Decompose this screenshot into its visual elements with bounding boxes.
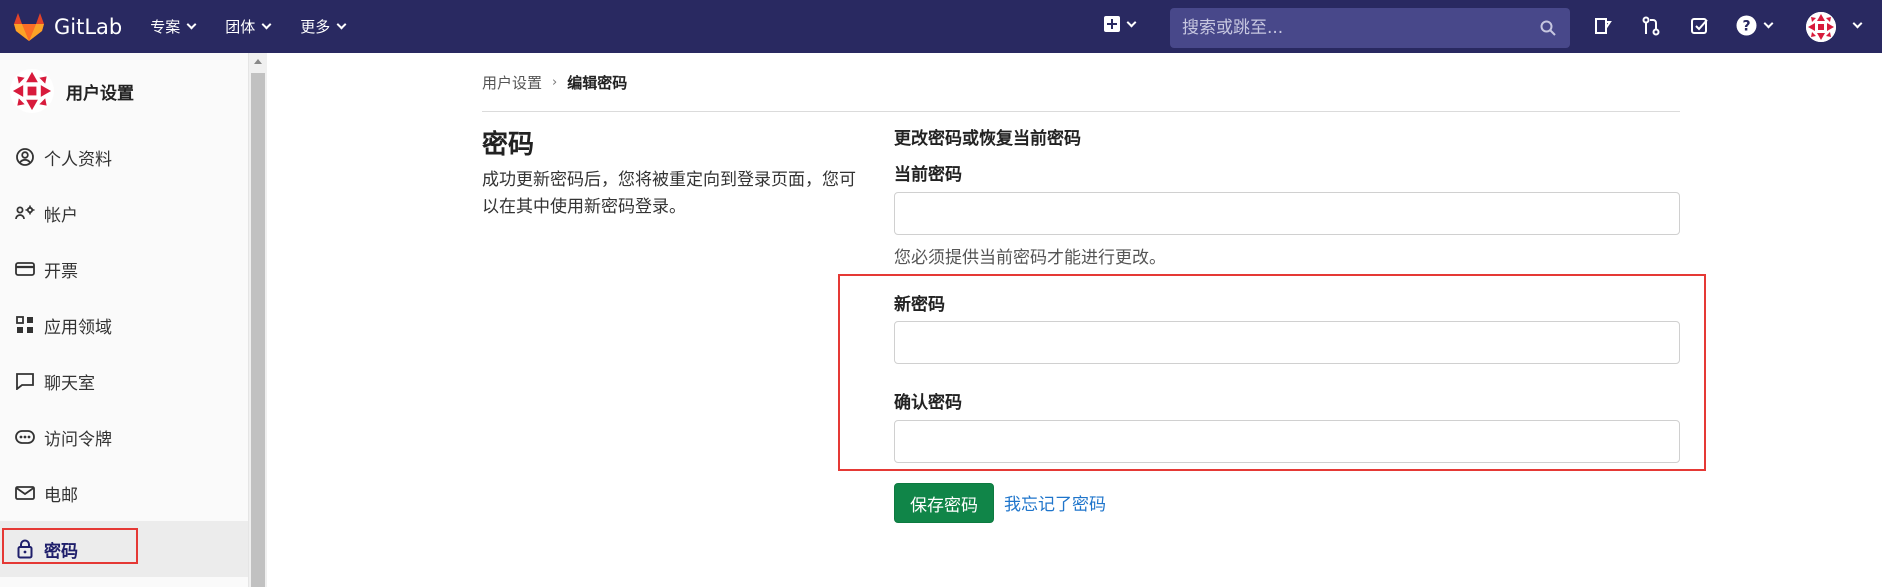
brand-name: GitLab <box>54 14 123 39</box>
gitlab-tanuki-icon <box>14 12 44 41</box>
merge-requests-icon[interactable] <box>1641 16 1661 36</box>
mail-icon <box>14 482 36 504</box>
current-password-label: 当前密码 <box>894 165 962 185</box>
settings-sidebar: 用户设置 个人资料 帐户 开票 应用领域 聊天室 访问令牌 电邮 密码 <box>0 53 249 587</box>
breadcrumb-current: 编辑密码 <box>567 74 628 92</box>
active-item-highlight-frame <box>2 528 138 564</box>
main-nav: 专案 团体 更多 <box>150 16 375 37</box>
nav-groups-label: 团体 <box>225 18 256 36</box>
page-description: 成功更新密码后，您将被重定向到登录页面，您可以在其中使用新密码登录。 <box>482 170 856 217</box>
chevron-right-icon: › <box>552 75 558 90</box>
issues-todo-icon[interactable] <box>1593 16 1613 36</box>
sidebar-item-label: 帐户 <box>44 205 78 226</box>
sidebar-item-access-tokens[interactable]: 访问令牌 <box>0 409 248 465</box>
user-avatar-menu[interactable] <box>1806 12 1836 42</box>
svg-text:?: ? <box>1742 19 1750 35</box>
credit-card-icon <box>14 258 36 280</box>
sidebar-item-label: 电邮 <box>44 485 78 506</box>
sidebar-item-chat[interactable]: 聊天室 <box>0 353 248 409</box>
chevron-down-icon <box>1126 17 1137 27</box>
top-navbar: GitLab 专案 团体 更多 搜索或跳至... ? <box>0 0 1882 53</box>
nav-more[interactable]: 更多 <box>300 16 347 37</box>
chevron-down-icon <box>1763 18 1774 29</box>
divider <box>482 111 1680 112</box>
current-password-help: 您必须提供当前密码才能进行更改。 <box>894 248 1166 268</box>
current-password-field[interactable] <box>894 192 1680 235</box>
plus-square-icon <box>1104 16 1120 32</box>
user-circle-icon <box>14 146 36 168</box>
forgot-password-link[interactable]: 我忘记了密码 <box>1004 490 1106 515</box>
chevron-down-icon[interactable] <box>1852 18 1863 29</box>
chat-bubble-icon <box>14 370 36 392</box>
sidebar-item-label: 访问令牌 <box>44 429 112 450</box>
new-password-highlight-frame <box>838 274 1706 471</box>
sidebar-scrollbar[interactable] <box>249 53 267 587</box>
section-title: 更改密码或恢复当前密码 <box>894 129 1081 149</box>
breadcrumb: 用户设置 › 编辑密码 <box>482 72 627 93</box>
nav-groups[interactable]: 团体 <box>225 16 272 37</box>
sidebar-item-label: 开票 <box>44 261 78 282</box>
sidebar-item-label: 个人资料 <box>44 149 112 170</box>
sidebar-item-profile[interactable]: 个人资料 <box>0 129 248 185</box>
todo-checklist-icon[interactable] <box>1690 16 1710 36</box>
sidebar-item-applications[interactable]: 应用领域 <box>0 297 248 353</box>
sidebar-item-emails[interactable]: 电邮 <box>0 465 248 521</box>
sidebar-item-label: 聊天室 <box>44 373 95 394</box>
token-icon <box>14 426 36 448</box>
chevron-down-icon <box>336 19 347 30</box>
save-password-button[interactable]: 保存密码 <box>894 483 994 523</box>
search-box[interactable] <box>1170 8 1570 48</box>
nav-more-label: 更多 <box>300 18 331 36</box>
avatar-pattern-icon <box>10 69 54 113</box>
search-icon <box>1540 20 1556 36</box>
chevron-down-icon <box>186 19 197 30</box>
applications-grid-icon <box>14 314 36 336</box>
scrollbar-thumb[interactable] <box>251 73 265 587</box>
page-title: 密码 <box>482 130 535 160</box>
search-input[interactable] <box>1182 18 1542 38</box>
help-dropdown[interactable]: ? <box>1736 15 1774 36</box>
breadcrumb-parent[interactable]: 用户设置 <box>482 72 542 93</box>
user-avatar <box>10 69 54 113</box>
sidebar-item-billing[interactable]: 开票 <box>0 241 248 297</box>
chevron-down-icon <box>261 19 272 30</box>
nav-projects[interactable]: 专案 <box>150 16 197 37</box>
current-password-input[interactable] <box>895 193 1679 234</box>
sidebar-item-account[interactable]: 帐户 <box>0 185 248 241</box>
nav-projects-label: 专案 <box>150 18 181 36</box>
sidebar-item-label: 应用领域 <box>44 317 112 338</box>
sidebar-header[interactable]: 用户设置 <box>0 53 248 129</box>
sidebar-title: 用户设置 <box>66 83 134 104</box>
scroll-up-arrow-icon[interactable] <box>254 59 262 64</box>
account-settings-icon <box>14 202 36 224</box>
new-item-dropdown[interactable] <box>1104 16 1137 32</box>
gitlab-logo[interactable]: GitLab <box>12 11 122 43</box>
avatar-pattern-icon <box>1806 12 1836 42</box>
help-icon: ? <box>1736 15 1757 36</box>
